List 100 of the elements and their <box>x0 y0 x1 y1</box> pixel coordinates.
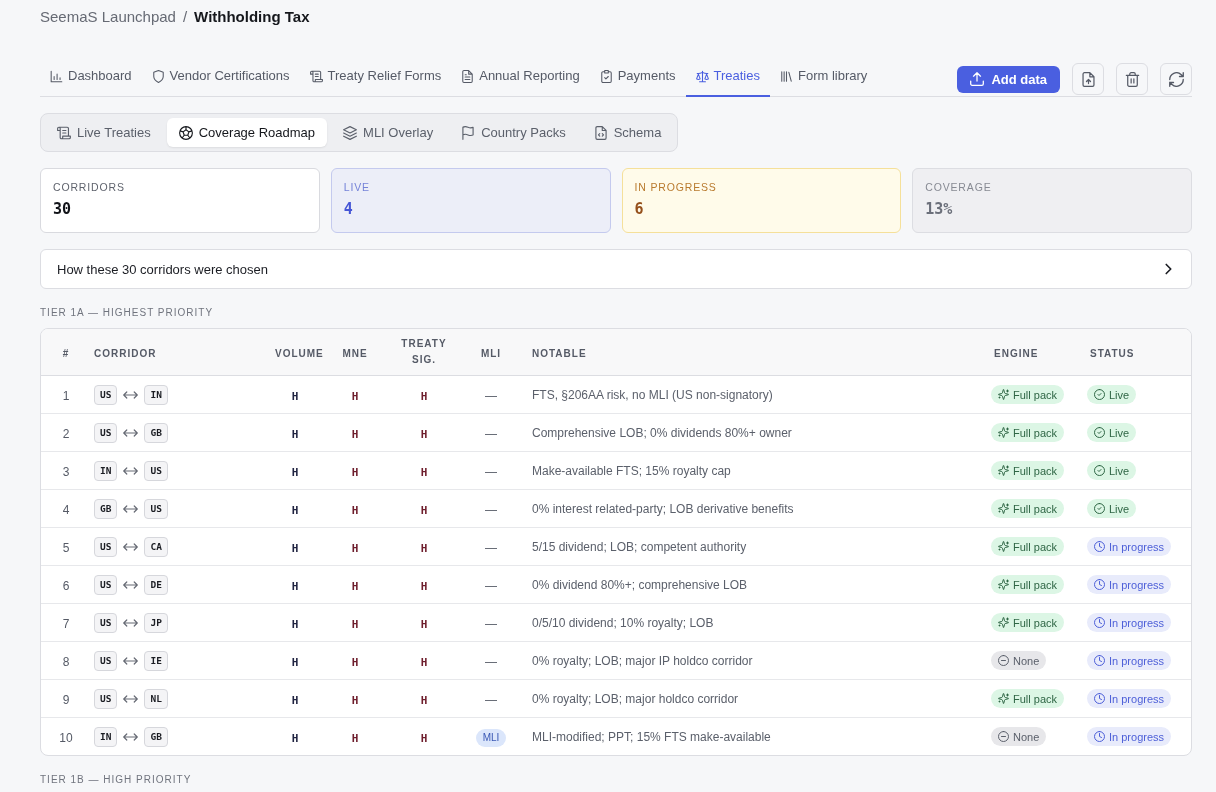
clock-icon <box>1094 541 1105 552</box>
subtab[interactable]: MLI Overlay <box>331 118 446 147</box>
status-tag: In progress <box>1087 575 1172 594</box>
country-code: CA <box>144 536 168 557</box>
row-number: 1 <box>62 388 70 403</box>
sparkle-icon <box>998 617 1009 628</box>
country-code: GB <box>94 498 118 519</box>
notable-text: 5/15 dividend; LOB; competent authority <box>532 539 747 554</box>
rating-cell: H <box>351 465 359 479</box>
country-code: US <box>94 574 118 595</box>
clock-icon <box>1094 693 1105 704</box>
subtab[interactable]: Country Packs <box>449 118 578 147</box>
double-arrow-icon <box>123 732 139 741</box>
engine-tag: Full pack <box>991 423 1065 442</box>
rating-cell: H <box>420 579 428 593</box>
notable-text: Make-available FTS; 15% royalty cap <box>532 463 731 478</box>
nav-tab[interactable]: Payments <box>589 64 686 97</box>
upload-file-button[interactable] <box>1072 63 1104 95</box>
bar-chart-icon <box>50 69 63 83</box>
rating-cell: H <box>351 617 359 631</box>
delete-button[interactable] <box>1116 63 1148 95</box>
column-header: VOLUME <box>275 346 324 361</box>
column-header: NOTABLE <box>532 346 587 361</box>
rating-cell: H <box>351 731 359 745</box>
rating-cell: H <box>291 541 299 555</box>
nav-tab[interactable]: Dashboard <box>40 64 142 97</box>
country-code: US <box>94 536 118 557</box>
rating-cell: H <box>351 389 359 403</box>
rating-cell: H <box>291 693 299 707</box>
mli-cell: — <box>485 502 497 517</box>
country-code: US <box>94 688 118 709</box>
engine-tag: Full pack <box>991 385 1065 404</box>
subtab[interactable]: Coverage Roadmap <box>166 118 328 147</box>
rating-cell: H <box>351 503 359 517</box>
country-code: IE <box>144 650 168 671</box>
notable-text: 0/5/10 dividend; 10% royalty; LOB <box>532 615 714 630</box>
country-code: US <box>144 460 168 481</box>
sparkle-icon <box>998 541 1009 552</box>
column-header: TREATY SIG. <box>400 337 448 367</box>
rating-cell: H <box>291 579 299 593</box>
stat-label: IN PROGRESS <box>634 181 717 194</box>
nav-tab[interactable]: Form library <box>770 64 878 97</box>
row-number: 7 <box>62 616 70 631</box>
country-code: GB <box>144 422 168 443</box>
rating-cell: H <box>291 503 299 517</box>
nav-tab[interactable]: Treaties <box>685 64 770 97</box>
mli-cell: — <box>485 692 497 707</box>
nav-tab[interactable]: Vendor Certifications <box>141 64 300 97</box>
rating-cell: H <box>420 541 428 555</box>
sparkle-icon <box>998 427 1009 438</box>
shield-icon <box>151 69 165 83</box>
row-number: 3 <box>62 464 70 479</box>
add-data-button[interactable]: Add data <box>957 65 1060 93</box>
mli-cell: — <box>485 654 497 669</box>
rating-cell: H <box>291 655 299 669</box>
sparkle-icon <box>998 389 1009 400</box>
page-title: Withholding Tax <box>194 7 310 25</box>
trash-icon <box>1124 71 1140 87</box>
stat-label: CORRIDORS <box>53 181 125 194</box>
stat-label: LIVE <box>343 181 370 194</box>
refresh-button[interactable] <box>1160 63 1192 95</box>
rating-cell: H <box>291 617 299 631</box>
sparkle-icon <box>998 693 1009 704</box>
country-code: US <box>94 384 118 405</box>
sparkle-icon <box>998 503 1009 514</box>
corridors-expander[interactable]: How these 30 corridors were chosen <box>40 249 1192 289</box>
column-header: MNE <box>342 346 368 361</box>
column-header: ENGINE <box>994 346 1039 361</box>
engine-tag: None <box>991 651 1047 670</box>
rating-cell: H <box>291 731 299 745</box>
engine-tag: Full pack <box>991 575 1065 594</box>
nav-tab[interactable]: Treaty Relief Forms <box>299 64 452 97</box>
breadcrumb-link[interactable]: SeemaS Launchpad <box>40 7 176 25</box>
status-tag: Live <box>1087 385 1137 404</box>
scroll-icon <box>57 125 71 140</box>
sparkle-icon <box>998 465 1009 476</box>
stat-value: 6 <box>634 200 644 218</box>
subtab[interactable]: Live Treaties <box>45 118 163 147</box>
rating-cell: H <box>420 655 428 669</box>
rating-cell: H <box>351 579 359 593</box>
section-heading: TIER 1B — HIGH PRIORITY <box>40 774 192 786</box>
clock-icon <box>1094 731 1105 742</box>
nav-tab[interactable]: Annual Reporting <box>451 64 590 97</box>
country-code: IN <box>94 460 118 481</box>
double-arrow-icon <box>123 656 139 665</box>
engine-tag: Full pack <box>991 499 1065 518</box>
country-code: US <box>94 422 118 443</box>
status-tag: In progress <box>1087 613 1172 632</box>
rating-cell: H <box>351 541 359 555</box>
rating-cell: H <box>420 465 428 479</box>
upload-icon <box>970 72 985 86</box>
refresh-icon <box>1168 71 1184 87</box>
country-code: US <box>94 612 118 633</box>
mli-cell: — <box>485 616 497 631</box>
engine-tag: Full pack <box>991 689 1065 708</box>
country-code: US <box>94 650 118 671</box>
mli-tag: MLI <box>475 728 507 747</box>
subtab[interactable]: Schema <box>581 118 674 147</box>
rating-cell: H <box>420 389 428 403</box>
notable-text: 0% dividend 80%+; comprehensive LOB <box>532 577 748 592</box>
